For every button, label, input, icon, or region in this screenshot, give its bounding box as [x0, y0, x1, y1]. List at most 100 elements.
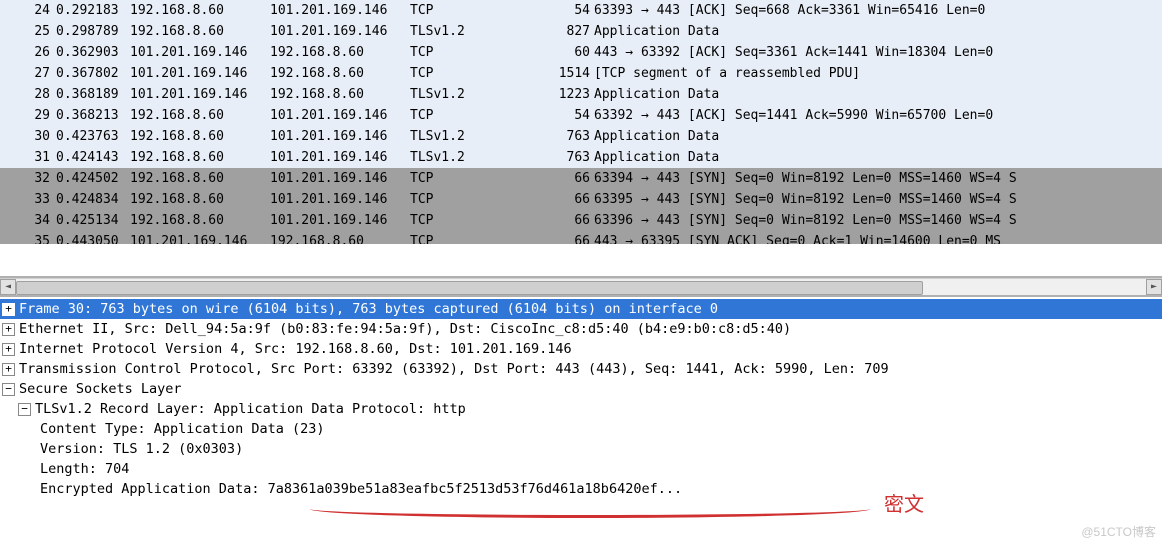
packet-row[interactable]: 240.292183192.168.8.60101.201.169.146TCP… — [0, 0, 1162, 21]
packet-info: Application Data — [594, 21, 1162, 42]
packet-row[interactable]: 300.423763192.168.8.60101.201.169.146TLS… — [0, 126, 1162, 147]
packet-no: 27 — [20, 63, 56, 84]
packet-info: [TCP segment of a reassembled PDU] — [594, 63, 1162, 84]
packet-length: 60 — [482, 42, 594, 63]
hscroll-right-button[interactable]: ► — [1146, 279, 1162, 295]
expand-icon[interactable]: + — [2, 303, 15, 316]
packet-time: 0.292183 — [56, 0, 130, 21]
packet-row[interactable]: 320.424502192.168.8.60101.201.169.146TCP… — [0, 168, 1162, 189]
details-ip-row[interactable]: + Internet Protocol Version 4, Src: 192.… — [0, 339, 1162, 359]
packet-info: Application Data — [594, 126, 1162, 147]
packet-protocol: TCP — [410, 63, 482, 84]
details-content-type-text: Content Type: Application Data (23) — [40, 419, 1162, 439]
packet-time: 0.368213 — [56, 105, 130, 126]
collapse-icon[interactable]: − — [2, 383, 15, 396]
details-tls-record-text: TLSv1.2 Record Layer: Application Data P… — [35, 399, 1162, 419]
details-ssl-row[interactable]: − Secure Sockets Layer — [0, 379, 1162, 399]
packet-time: 0.362903 — [56, 42, 130, 63]
packet-row[interactable]: 330.424834192.168.8.60101.201.169.146TCP… — [0, 189, 1162, 210]
hscroll-thumb[interactable] — [16, 281, 923, 295]
packet-source: 192.168.8.60 — [130, 126, 270, 147]
hscroll-left-button[interactable]: ◄ — [0, 279, 16, 295]
packet-destination: 192.168.8.60 — [270, 63, 410, 84]
packet-source: 192.168.8.60 — [130, 21, 270, 42]
packet-no: 25 — [20, 21, 56, 42]
packet-protocol: TCP — [410, 231, 482, 244]
details-frame-row[interactable]: + Frame 30: 763 bytes on wire (6104 bits… — [0, 299, 1162, 319]
packet-source: 192.168.8.60 — [130, 189, 270, 210]
packet-list-pane[interactable]: 240.292183192.168.8.60101.201.169.146TCP… — [0, 0, 1162, 278]
packet-row[interactable]: 250.298789192.168.8.60101.201.169.146TLS… — [0, 21, 1162, 42]
collapse-icon[interactable]: − — [18, 403, 31, 416]
packet-time: 0.443050 — [56, 231, 130, 244]
packet-destination: 101.201.169.146 — [270, 147, 410, 168]
packet-source: 101.201.169.146 — [130, 63, 270, 84]
packet-length: 66 — [482, 189, 594, 210]
details-version-row[interactable]: Version: TLS 1.2 (0x0303) — [0, 439, 1162, 459]
annotation-label: 密文 — [884, 488, 924, 517]
expand-icon[interactable]: + — [2, 363, 15, 376]
packet-source: 101.201.169.146 — [130, 42, 270, 63]
packet-protocol: TCP — [410, 42, 482, 63]
packet-info: 63392 → 443 [ACK] Seq=1441 Ack=5990 Win=… — [594, 105, 1162, 126]
packet-row[interactable]: 350.443050101.201.169.146192.168.8.60TCP… — [0, 231, 1162, 244]
packet-info: 63395 → 443 [SYN] Seq=0 Win=8192 Len=0 M… — [594, 189, 1162, 210]
packet-info: Application Data — [594, 147, 1162, 168]
packet-info: Application Data — [594, 84, 1162, 105]
details-encrypted-data-text: Encrypted Application Data: 7a8361a039be… — [40, 479, 1162, 499]
details-tcp-row[interactable]: + Transmission Control Protocol, Src Por… — [0, 359, 1162, 379]
packet-source: 192.168.8.60 — [130, 168, 270, 189]
packet-info: 63393 → 443 [ACK] Seq=668 Ack=3361 Win=6… — [594, 0, 1162, 21]
packet-info: 443 → 63392 [ACK] Seq=3361 Ack=1441 Win=… — [594, 42, 1162, 63]
packet-destination: 101.201.169.146 — [270, 21, 410, 42]
packet-destination: 101.201.169.146 — [270, 126, 410, 147]
packet-length: 1223 — [482, 84, 594, 105]
packet-no: 30 — [20, 126, 56, 147]
expand-icon[interactable]: + — [2, 323, 15, 336]
packet-info: 63396 → 443 [SYN] Seq=0 Win=8192 Len=0 M… — [594, 210, 1162, 231]
packet-protocol: TCP — [410, 189, 482, 210]
packet-length: 1514 — [482, 63, 594, 84]
packet-time: 0.424834 — [56, 189, 130, 210]
details-encrypted-data-row[interactable]: Encrypted Application Data: 7a8361a039be… — [0, 479, 1162, 499]
packet-row[interactable]: 270.367802101.201.169.146192.168.8.60TCP… — [0, 63, 1162, 84]
packet-no: 26 — [20, 42, 56, 63]
packet-time: 0.424143 — [56, 147, 130, 168]
details-ethernet-row[interactable]: + Ethernet II, Src: Dell_94:5a:9f (b0:83… — [0, 319, 1162, 339]
packet-destination: 101.201.169.146 — [270, 189, 410, 210]
packet-destination: 192.168.8.60 — [270, 84, 410, 105]
packet-time: 0.298789 — [56, 21, 130, 42]
packet-list-hscroll[interactable]: ◄ ► — [0, 278, 1162, 297]
packet-protocol: TLSv1.2 — [410, 147, 482, 168]
packet-length: 763 — [482, 126, 594, 147]
packet-length: 54 — [482, 105, 594, 126]
packet-row[interactable]: 280.368189101.201.169.146192.168.8.60TLS… — [0, 84, 1162, 105]
details-content-type-row[interactable]: Content Type: Application Data (23) — [0, 419, 1162, 439]
packet-length: 66 — [482, 168, 594, 189]
packet-no: 35 — [20, 231, 56, 244]
packet-row[interactable]: 290.368213192.168.8.60101.201.169.146TCP… — [0, 105, 1162, 126]
details-tls-record-row[interactable]: − TLSv1.2 Record Layer: Application Data… — [0, 399, 1162, 419]
details-length-row[interactable]: Length: 704 — [0, 459, 1162, 479]
packet-time: 0.423763 — [56, 126, 130, 147]
packet-protocol: TLSv1.2 — [410, 126, 482, 147]
packet-row[interactable]: 310.424143192.168.8.60101.201.169.146TLS… — [0, 147, 1162, 168]
packet-protocol: TCP — [410, 105, 482, 126]
packet-source: 101.201.169.146 — [130, 84, 270, 105]
packet-info: 443 → 63395 [SYN ACK] Seq=0 Ack=1 Win=14… — [594, 231, 1162, 244]
expand-icon[interactable]: + — [2, 343, 15, 356]
packet-row[interactable]: 260.362903101.201.169.146192.168.8.60TCP… — [0, 42, 1162, 63]
packet-length: 66 — [482, 231, 594, 244]
packet-destination: 192.168.8.60 — [270, 231, 410, 244]
packet-no: 31 — [20, 147, 56, 168]
packet-length: 66 — [482, 210, 594, 231]
packet-source: 101.201.169.146 — [130, 231, 270, 244]
packet-protocol: TLSv1.2 — [410, 84, 482, 105]
packet-no: 33 — [20, 189, 56, 210]
packet-destination: 101.201.169.146 — [270, 168, 410, 189]
packet-row[interactable]: 340.425134192.168.8.60101.201.169.146TCP… — [0, 210, 1162, 231]
packet-source: 192.168.8.60 — [130, 105, 270, 126]
packet-details-pane[interactable]: + Frame 30: 763 bytes on wire (6104 bits… — [0, 297, 1162, 499]
packet-source: 192.168.8.60 — [130, 147, 270, 168]
packet-source: 192.168.8.60 — [130, 0, 270, 21]
